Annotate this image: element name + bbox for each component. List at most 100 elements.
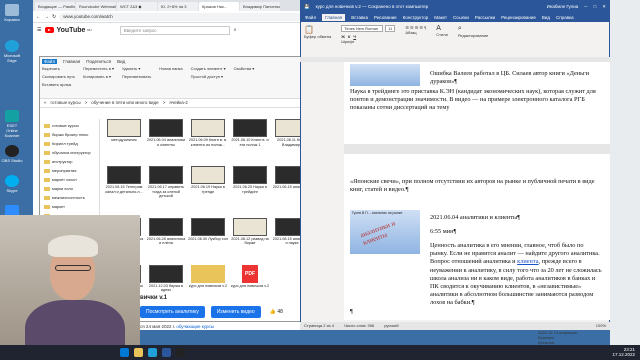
- ribbon-tab-home[interactable]: Главная: [63, 59, 80, 64]
- nav-item[interactable]: маркет хохол: [42, 175, 97, 184]
- save-icon[interactable]: 💾: [304, 4, 310, 10]
- rename-button[interactable]: Переименовать: [122, 74, 151, 79]
- word-tab[interactable]: Рецензирование: [501, 15, 536, 20]
- explorer-taskbar-icon[interactable]: [134, 348, 143, 357]
- edge-taskbar-icon[interactable]: [148, 348, 157, 357]
- styles-icon[interactable]: A: [436, 25, 448, 32]
- desktop-icon-recycle[interactable]: Корзина: [1, 4, 23, 22]
- minimize-icon[interactable]: ─: [584, 4, 587, 9]
- document-image-top: [350, 64, 420, 86]
- reload-icon[interactable]: ↻: [52, 14, 56, 20]
- file-item[interactable]: 2021.06.19 Наука в тренде: [188, 166, 228, 216]
- file-item[interactable]: 2021.06.28 аналитика и плена: [146, 217, 186, 263]
- breadcrumb[interactable]: « готовые курсы > обучение в пяти или мн…: [40, 99, 314, 108]
- word-tab[interactable]: Файл: [305, 15, 316, 20]
- maximize-icon[interactable]: □: [594, 4, 597, 9]
- ribbon-tab-file[interactable]: Файл: [42, 59, 58, 64]
- nav-item[interactable]: биржа брокер плюс: [42, 130, 97, 139]
- file-item[interactable]: 2021.06.15 Телеграм канал и детально-п..…: [104, 166, 144, 216]
- delete-button[interactable]: Удалить ▾: [122, 66, 151, 71]
- ribbon-tab-view[interactable]: Вид: [117, 59, 125, 64]
- word-page[interactable]: Ошибка Валеев работал в ЦБ. Силаев автор…: [344, 62, 610, 320]
- new-folder-button[interactable]: Новая папка: [159, 66, 182, 71]
- file-item[interactable]: 2021.06.25 Наука и трейдинг: [230, 166, 270, 216]
- nav-item[interactable]: мероприятия: [42, 166, 97, 175]
- desktop-icon-edge[interactable]: Microsoft Edge: [1, 40, 23, 63]
- browser-tab[interactable]: Владимир Панченко (ат...: [240, 2, 280, 11]
- notification-text: 2022 12 13 инфоцигн Брокеры Кремлов: [538, 330, 578, 345]
- browser-tab[interactable]: WCT 2&3 ◆: [117, 2, 157, 11]
- desktop-icon-obs[interactable]: OBS Studio: [1, 145, 23, 163]
- zoom-level[interactable]: 100%: [596, 323, 606, 329]
- desktop-icon-skype[interactable]: Skype: [1, 175, 23, 193]
- obs-taskbar-icon[interactable]: [176, 348, 185, 357]
- nav-item[interactable]: межличностность: [42, 193, 97, 202]
- youtube-logo[interactable]: YouTube RU: [45, 27, 92, 34]
- file-item[interactable]: 2021.06.10 Книги в. и эти полож 1: [230, 119, 270, 164]
- clock[interactable]: 23:21 17.12.2022: [612, 347, 635, 357]
- nav-item[interactable]: инструктор: [42, 157, 97, 166]
- word-tab[interactable]: Макет: [434, 15, 447, 20]
- file-item[interactable]: 2021.06.30 Лукбор сон: [188, 217, 228, 263]
- word-tab[interactable]: Конструктор: [403, 15, 429, 20]
- video-thumbnail: [149, 264, 183, 283]
- forward-icon[interactable]: →: [44, 14, 49, 20]
- properties-button[interactable]: Свойства ▾: [234, 66, 255, 71]
- word-tab[interactable]: Ссылки: [453, 15, 469, 20]
- paste-shortcut-button[interactable]: Вставить ярлык: [42, 82, 75, 87]
- nav-item[interactable]: марки холо: [42, 184, 97, 193]
- word-tab[interactable]: Рассылки: [475, 15, 495, 20]
- nav-item[interactable]: готовые курсы: [42, 121, 97, 130]
- file-item[interactable]: методушничек: [104, 119, 144, 164]
- cut-button[interactable]: Вырезать: [42, 66, 75, 71]
- file-item[interactable]: 2021.06.09 Книги в. в. клиента ио полож.…: [188, 119, 228, 164]
- word-taskbar-icon[interactable]: [162, 348, 171, 357]
- user-name[interactable]: Инабиле Гулиа: [547, 4, 579, 9]
- video-thumbnail: [233, 119, 267, 137]
- youtube-actions: Посмотреть аналитику Изменить видео 👍 48: [140, 306, 286, 318]
- nav-item[interactable]: маркет: [42, 202, 97, 211]
- copy-to-button[interactable]: Копировать в ▾: [83, 74, 114, 79]
- desktop-icon-eset[interactable]: ESET Online Scanner: [1, 110, 23, 138]
- folder-icon: [44, 186, 50, 191]
- new-item-button[interactable]: Создать элемент ▾: [191, 66, 226, 71]
- recycle-bin-icon: [5, 4, 19, 16]
- ribbon-tab-share[interactable]: Поделиться: [86, 59, 111, 64]
- browser-tab[interactable]: Roundcube Webmail :: Д...: [76, 2, 116, 11]
- edit-video-button[interactable]: Изменить видео: [210, 306, 261, 318]
- close-icon[interactable]: ✕: [602, 4, 606, 10]
- folder-icon: [191, 264, 225, 283]
- search-input[interactable]: Введите запрос: [119, 25, 230, 35]
- word-tab[interactable]: Вид: [542, 15, 550, 20]
- word-tab[interactable]: Справка: [556, 15, 574, 20]
- client-link[interactable]: клиента: [517, 258, 538, 265]
- font-select[interactable]: Times New Roman: [341, 25, 384, 32]
- view-analytics-button[interactable]: Посмотреть аналитику: [140, 306, 205, 318]
- back-icon[interactable]: ←: [36, 14, 41, 20]
- search-icon[interactable]: ⌕: [234, 27, 237, 33]
- copy-path-button[interactable]: Скопировать путь: [42, 74, 75, 79]
- browser-tab[interactable]: Ю. 2+8% на 3: [158, 2, 198, 11]
- browser-tab-active[interactable]: Кражов Ник...: [199, 2, 239, 11]
- nav-item[interactable]: Кирилл трейд: [42, 139, 97, 148]
- file-item[interactable]: 2021.06.04 аналитики и клиенты: [146, 119, 186, 164]
- youtube-header: ☰ YouTube RU Введите запрос ⌕: [33, 23, 315, 37]
- move-to-button[interactable]: Переместить в ▾: [83, 66, 114, 71]
- word-tab[interactable]: Рисование: [374, 15, 397, 20]
- nav-item[interactable]: обучалка инструктор: [42, 148, 97, 157]
- word-ribbon-tabs: Файл Главная Вставка Рисование Конструктор Ма…: [301, 12, 609, 22]
- find-icon[interactable]: ⌕: [458, 25, 488, 33]
- url-input[interactable]: www.youtube.com/watch: [59, 12, 312, 21]
- start-icon[interactable]: [120, 348, 129, 357]
- easy-access-button[interactable]: Простой доступ ▾: [191, 74, 226, 79]
- course-link[interactable]: обучающие курсы: [176, 324, 214, 329]
- word-tab[interactable]: Вставка: [351, 15, 368, 20]
- browser-tab[interactable]: Входящие — Рамблер/п...: [35, 2, 75, 11]
- font-size-select[interactable]: 11: [385, 25, 396, 32]
- menu-icon[interactable]: ☰: [37, 27, 41, 33]
- like-button[interactable]: 👍 48: [267, 306, 286, 318]
- paste-icon[interactable]: 📋: [304, 25, 331, 34]
- word-tab[interactable]: Главная: [322, 13, 346, 21]
- file-item[interactable]: 2021.06.17 оправить тогда за слепой детс…: [146, 166, 186, 216]
- file-item[interactable]: 2021.08.12 развод на бирже: [230, 217, 270, 263]
